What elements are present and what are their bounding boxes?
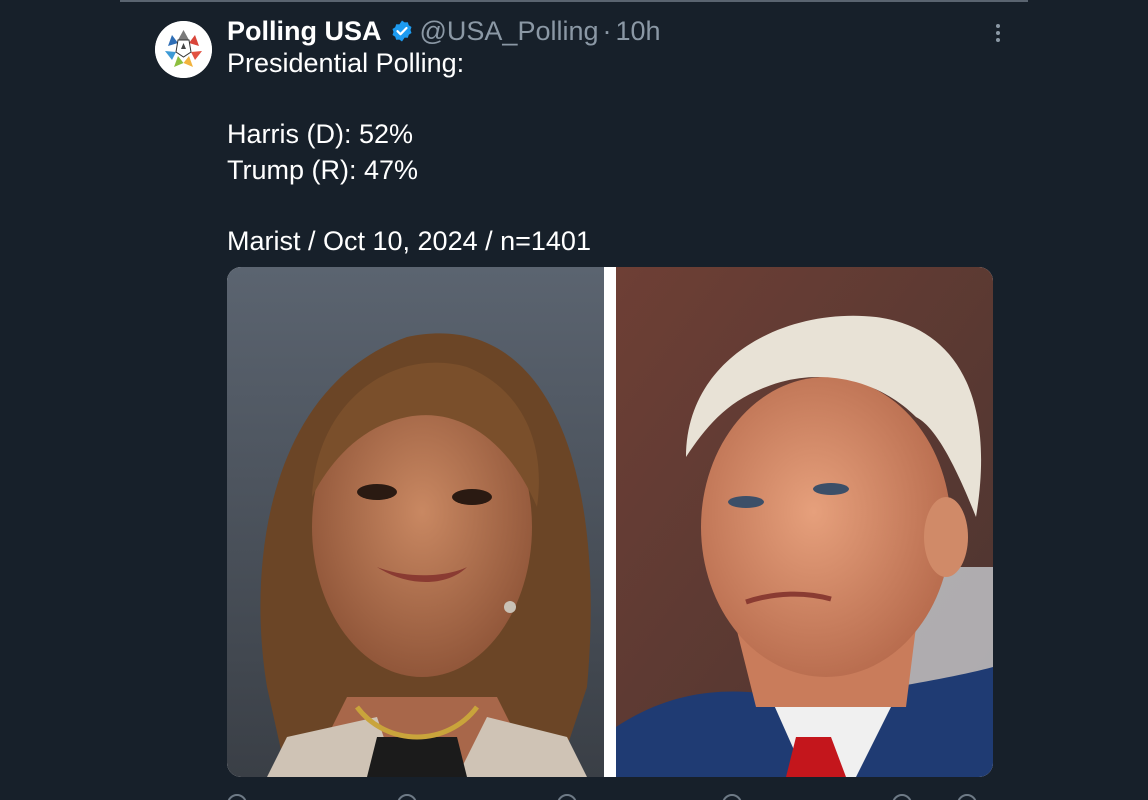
views-icon[interactable] — [722, 794, 742, 800]
tweet-media[interactable] — [227, 267, 993, 777]
photo-right[interactable] — [616, 267, 993, 777]
tweet-text-line: Trump (R): 47% — [227, 154, 419, 185]
display-name[interactable]: Polling USA — [227, 16, 382, 47]
tweet-text-line: Presidential Polling: — [227, 48, 465, 78]
tweet-view: Polling USA @USA_Polling · 10h President… — [0, 0, 1148, 800]
reply-icon[interactable] — [227, 794, 247, 800]
handle[interactable]: @USA_Polling — [420, 16, 599, 47]
photo-left[interactable] — [227, 267, 604, 777]
polling-usa-logo-icon — [155, 21, 212, 78]
retweet-icon[interactable] — [397, 794, 417, 800]
divider — [120, 0, 1028, 2]
tweet-text: Presidential Polling: Harris (D): 52% Tr… — [227, 46, 591, 259]
timestamp[interactable]: 10h — [616, 16, 661, 47]
more-options-icon[interactable] — [985, 20, 1011, 46]
tweet-text-line — [227, 188, 591, 224]
media-divider — [604, 267, 616, 777]
tweet-text-line: Marist / Oct 10, 2024 / n=1401 — [227, 225, 591, 256]
tweet-header: Polling USA @USA_Polling · 10h — [227, 12, 661, 50]
portrait-left-icon — [227, 267, 604, 777]
portrait-right-icon — [616, 267, 993, 777]
verified-badge-icon — [390, 19, 414, 43]
tweet-text-line — [227, 82, 591, 118]
bookmark-icon[interactable] — [892, 794, 912, 800]
tweet-text-line: Harris (D): 52% — [227, 119, 414, 149]
avatar[interactable] — [155, 21, 212, 78]
tweet-actions — [227, 790, 997, 800]
separator-dot: · — [602, 15, 612, 46]
share-icon[interactable] — [957, 794, 977, 800]
like-icon[interactable] — [557, 794, 577, 800]
